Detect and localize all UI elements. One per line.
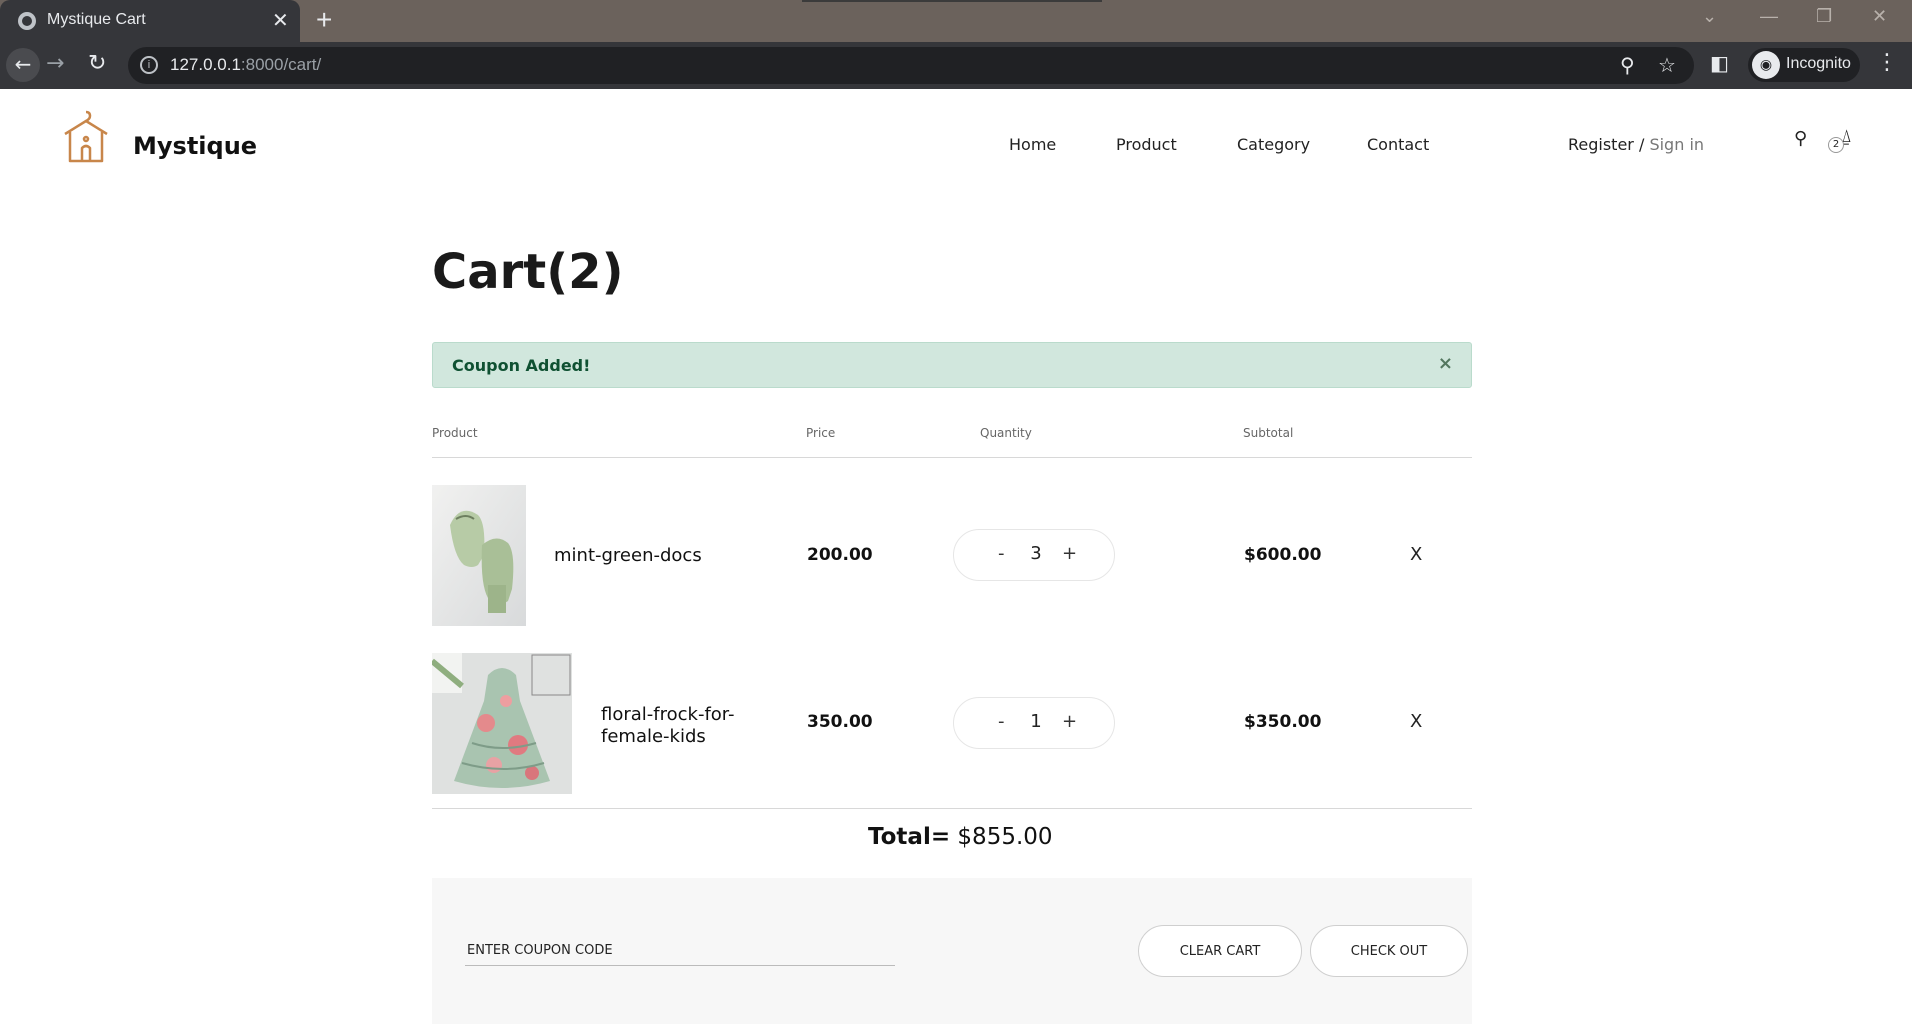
browser-toolbar: ← → ↻ i 127.0.0.1:8000/cart/ ⚲ ☆ ◧ ◉ Inc…	[0, 42, 1912, 89]
col-header-subtotal: Subtotal	[1243, 426, 1294, 440]
remove-item-button[interactable]: X	[1410, 544, 1422, 565]
product-name[interactable]: floral-frock-for-female-kids	[601, 704, 735, 748]
remove-item-button[interactable]: X	[1410, 711, 1422, 732]
address-bar[interactable]: i 127.0.0.1:8000/cart/ ⚲ ☆	[128, 47, 1694, 84]
header-divider	[432, 457, 1472, 458]
decrease-qty-button[interactable]: -	[998, 543, 1005, 564]
signin-link[interactable]: Sign in	[1649, 135, 1704, 154]
hanger-house-logo-icon[interactable]	[62, 110, 110, 164]
alert-close-icon[interactable]: ×	[1438, 353, 1453, 374]
col-header-price: Price	[806, 426, 836, 440]
increase-qty-button[interactable]: +	[1062, 543, 1077, 564]
product-price: 350.00	[807, 712, 873, 732]
restore-icon[interactable]: ❐	[1816, 6, 1832, 27]
quantity-stepper: - 1 +	[953, 697, 1115, 749]
url-path: :8000/cart/	[240, 55, 322, 74]
zoom-icon[interactable]: ⚲	[1620, 53, 1635, 77]
auth-links: Register / Sign in	[1568, 135, 1704, 154]
row-subtotal: $350.00	[1244, 712, 1322, 732]
globe-icon	[18, 12, 36, 30]
rows-divider	[432, 808, 1472, 809]
url-text[interactable]: 127.0.0.1:8000/cart/	[170, 55, 321, 75]
col-header-quantity: Quantity	[980, 426, 1032, 440]
product-name-line-2: female-kids	[601, 726, 706, 747]
row-subtotal: $600.00	[1244, 545, 1322, 565]
quantity-value[interactable]: 1	[1028, 711, 1044, 732]
search-icon[interactable]: ⚲	[1794, 128, 1807, 149]
coupon-input[interactable]	[465, 936, 895, 966]
clear-cart-button[interactable]: CLEAR CART	[1138, 925, 1302, 977]
decrease-qty-button[interactable]: -	[998, 711, 1005, 732]
new-tab-icon[interactable]: +	[316, 4, 332, 36]
nav-contact[interactable]: Contact	[1367, 135, 1429, 154]
cart-count-badge: 2	[1828, 137, 1844, 153]
incognito-label: Incognito	[1786, 55, 1851, 72]
quantity-stepper: - 3 +	[953, 529, 1115, 581]
tab-title: Mystique Cart	[47, 11, 146, 28]
nav-category[interactable]: Category	[1237, 135, 1310, 154]
page-title: Cart(2)	[432, 244, 624, 300]
back-icon[interactable]: ←	[6, 48, 40, 82]
site-info-icon[interactable]: i	[140, 56, 158, 74]
col-header-product: Product	[432, 426, 478, 440]
nav-home[interactable]: Home	[1009, 135, 1056, 154]
quantity-value[interactable]: 3	[1028, 543, 1044, 564]
coupon-alert: Coupon Added! ×	[432, 342, 1472, 388]
product-name[interactable]: mint-green-docs	[554, 545, 702, 567]
check-out-button[interactable]: CHECK OUT	[1310, 925, 1468, 977]
tab-search-icon[interactable]: ⌄	[1702, 6, 1717, 27]
minimize-icon[interactable]: —	[1760, 6, 1778, 27]
nav-product[interactable]: Product	[1116, 135, 1177, 154]
browser-menu-icon[interactable]: ⋮	[1876, 50, 1898, 75]
close-tab-icon[interactable]: ✕	[272, 8, 289, 32]
tab-strip-indicator	[802, 0, 1102, 2]
register-link[interactable]: Register	[1568, 135, 1634, 154]
product-name-line-1: floral-frock-for-	[601, 704, 735, 725]
increase-qty-button[interactable]: +	[1062, 711, 1077, 732]
auth-separator: /	[1638, 135, 1645, 154]
side-panel-icon[interactable]: ◧	[1710, 51, 1729, 75]
cart-total: Total= $855.00	[868, 824, 1053, 850]
total-label: Total=	[868, 824, 951, 850]
brand-name[interactable]: Mystique	[133, 132, 257, 160]
alert-message: Coupon Added!	[452, 356, 591, 375]
product-image-mint-shoes[interactable]	[432, 485, 526, 626]
incognito-badge[interactable]: ◉ Incognito	[1748, 48, 1860, 82]
incognito-icon: ◉	[1752, 51, 1780, 79]
total-value: $855.00	[957, 824, 1053, 850]
bookmark-star-icon[interactable]: ☆	[1658, 53, 1676, 77]
reload-icon[interactable]: ↻	[88, 51, 106, 76]
url-host: 127.0.0.1	[170, 55, 241, 74]
close-window-icon[interactable]: ✕	[1872, 6, 1887, 27]
coupon-panel: CLEAR CART CHECK OUT	[432, 878, 1472, 1024]
forward-icon[interactable]: →	[46, 51, 64, 76]
browser-tab[interactable]: Mystique Cart ✕	[0, 0, 300, 42]
browser-tab-bar: Mystique Cart ✕ + ⌄ — ❐ ✕	[0, 0, 1912, 42]
product-image-floral-frock[interactable]	[432, 653, 572, 794]
product-price: 200.00	[807, 545, 873, 565]
